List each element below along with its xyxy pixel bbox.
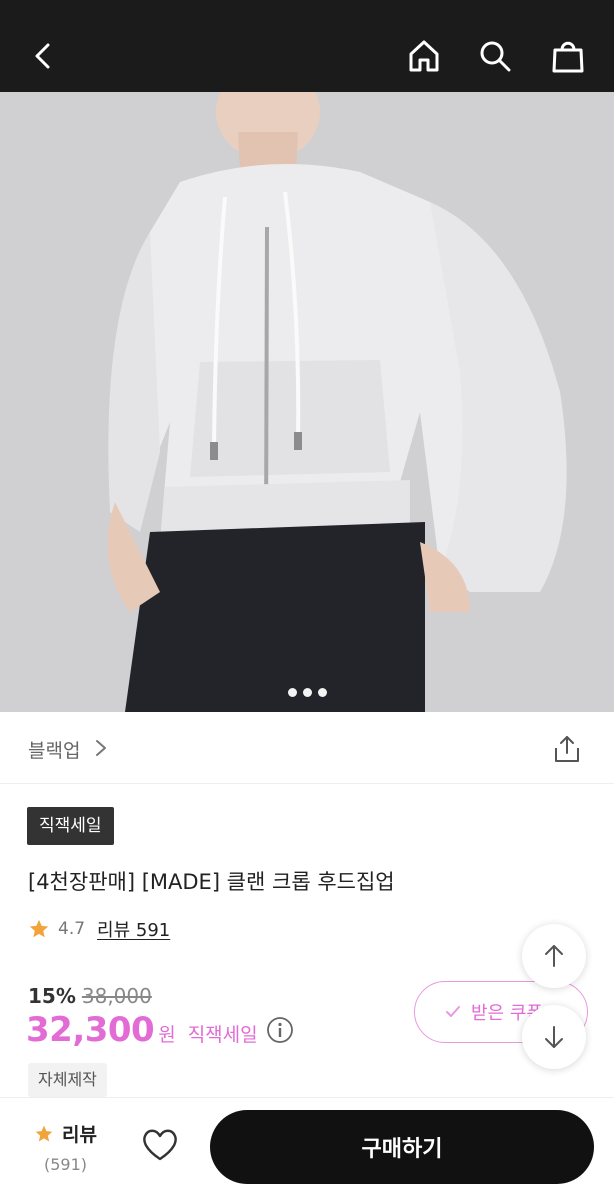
product-photo bbox=[0, 92, 614, 712]
scroll-to-top-button[interactable] bbox=[522, 924, 586, 988]
currency-unit: 원 bbox=[158, 1024, 176, 1046]
sale-label: 직잭세일 bbox=[187, 1024, 258, 1046]
carousel-pagination bbox=[0, 688, 614, 697]
star-icon bbox=[35, 1125, 53, 1141]
top-navigation-bar bbox=[0, 0, 614, 92]
review-label: 리뷰 bbox=[62, 1124, 97, 1146]
shopping-bag-icon[interactable] bbox=[544, 32, 592, 80]
buy-button[interactable]: 구매하기 bbox=[210, 1110, 594, 1184]
back-icon[interactable] bbox=[20, 32, 68, 80]
bottom-action-bar: 리뷰 (591) 구매하기 bbox=[0, 1097, 614, 1200]
price-row: 32,300 원 직잭세일 bbox=[26, 1010, 294, 1050]
review-link[interactable]: 리뷰 591 bbox=[97, 916, 170, 942]
share-icon[interactable] bbox=[552, 734, 582, 768]
product-tag: 자체제작 bbox=[28, 1063, 107, 1097]
brand-row: 블랙업 bbox=[0, 712, 614, 784]
bottom-review-button[interactable]: 리뷰 bbox=[34, 1120, 97, 1147]
rating-value: 4.7 bbox=[58, 919, 86, 939]
brand-link[interactable]: 블랙업 bbox=[28, 736, 80, 763]
chevron-right-icon[interactable] bbox=[94, 738, 108, 762]
price-discount-row: 15% 38,000 bbox=[28, 984, 152, 1008]
rating-row: 4.7 리뷰 591 bbox=[28, 916, 170, 942]
sale-price: 32,300 bbox=[26, 1010, 155, 1050]
search-icon[interactable] bbox=[471, 32, 519, 80]
heart-icon[interactable] bbox=[141, 1128, 179, 1166]
product-image-carousel[interactable] bbox=[0, 92, 614, 712]
discount-rate: 15% bbox=[28, 984, 76, 1008]
carousel-dot[interactable] bbox=[302, 688, 312, 697]
sale-badge: 직잭세일 bbox=[27, 807, 114, 845]
arrow-up-icon bbox=[545, 945, 563, 967]
arrow-down-icon bbox=[545, 1026, 563, 1048]
scroll-to-bottom-button[interactable] bbox=[522, 1005, 586, 1069]
home-icon[interactable] bbox=[400, 32, 448, 80]
review-count: (591) bbox=[44, 1155, 88, 1174]
info-icon[interactable] bbox=[266, 1016, 294, 1044]
check-icon bbox=[446, 1006, 460, 1017]
carousel-dot[interactable] bbox=[287, 688, 297, 697]
original-price: 38,000 bbox=[81, 984, 152, 1008]
carousel-dot[interactable] bbox=[317, 688, 327, 697]
product-title: [4천장판매] [MADE] 클랜 크롭 후드집업 bbox=[28, 870, 395, 894]
star-icon bbox=[29, 919, 49, 938]
